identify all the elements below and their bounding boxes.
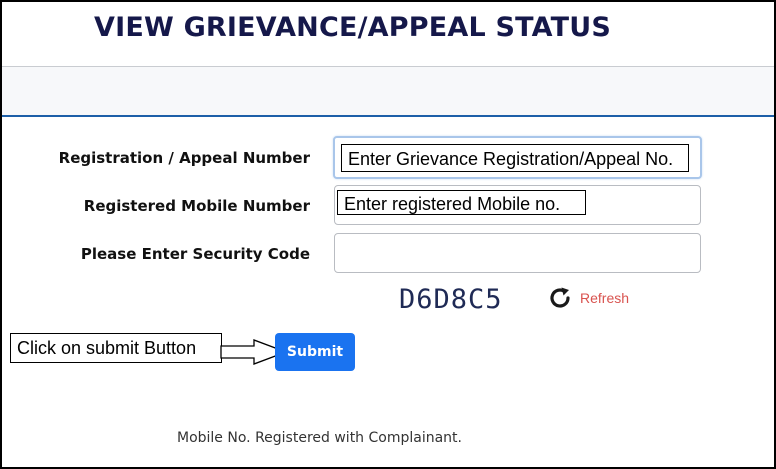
header-accent-rule [2,115,774,117]
registration-label: Registration / Appeal Number [58,149,310,167]
header-divider [2,66,774,67]
mobile-label: Registered Mobile Number [83,197,310,215]
security-code-label: Please Enter Security Code [80,245,310,263]
page-title: VIEW GRIEVANCE/APPEAL STATUS [94,12,612,43]
refresh-icon[interactable] [547,285,573,311]
footer-note: Mobile No. Registered with Complainant. [177,430,462,446]
mobile-placeholder-callout: Enter registered Mobile no. [337,190,586,215]
refresh-link[interactable]: Refresh [580,290,629,306]
submit-instruction-callout: Click on submit Button [10,333,222,363]
registration-placeholder-callout: Enter Grievance Registration/Appeal No. [341,144,689,172]
security-code-input[interactable] [334,233,701,273]
submit-button[interactable]: Submit [275,333,355,371]
captcha-code: D6D8C5 [399,284,503,315]
